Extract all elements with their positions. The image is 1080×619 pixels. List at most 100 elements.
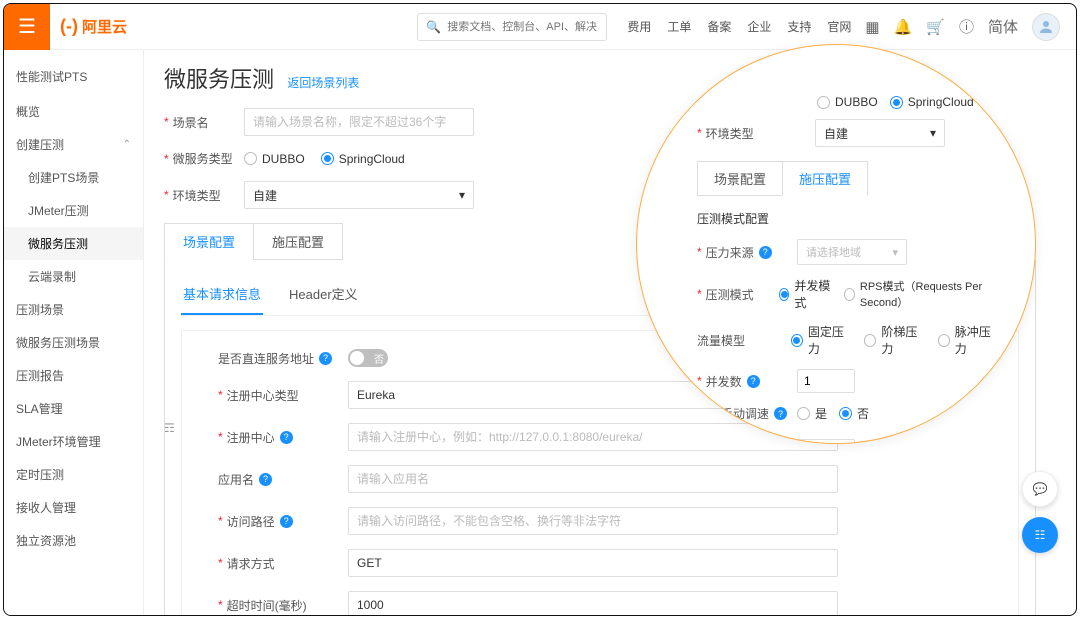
scene-name-input[interactable] [244,108,474,136]
sidebar-head: 性能测试PTS [4,54,143,95]
path-input[interactable] [348,507,838,535]
mag-mode-label: 压测模式 [697,286,779,303]
path-label: 访问路径? [218,513,348,530]
registry-type-label: 注册中心类型 [218,387,348,404]
chevron-down-icon: ▾ [892,246,898,259]
mag-env-label: 环境类型 [697,125,755,142]
mag-flow-step[interactable]: 阶梯压力 [864,323,925,357]
radio-springcloud[interactable]: SpringCloud [321,152,405,166]
sidebar-overview[interactable]: 概览 [4,95,143,128]
sidebar-reports[interactable]: 压测报告 [4,359,143,392]
fab-apps[interactable]: ☷ [1022,517,1058,553]
lang-switch[interactable]: 简体 [988,16,1018,37]
nav-site[interactable]: 官网 [827,18,851,35]
chat-icon: 💬 [1033,482,1048,496]
mag-mode-concurrent[interactable]: 并发模式 [779,277,832,311]
nav-enterprise[interactable]: 企业 [747,18,771,35]
sidebar-create-microservice[interactable]: 微服务压测 [4,227,143,260]
sidebar-jmeter-env[interactable]: JMeter环境管理 [4,425,143,458]
mag-flow-fixed[interactable]: 固定压力 [791,323,852,357]
sidebar-scenes[interactable]: 压测场景 [4,293,143,326]
help-icon[interactable]: ? [759,246,772,259]
sidebar-ms-scenes[interactable]: 微服务压测场景 [4,326,143,359]
mag-manual-no[interactable]: 否 [839,405,869,422]
mag-tab-scene[interactable]: 场景配置 [697,161,783,196]
top-nav-links: 费用 工单 备案 企业 支持 官网 [627,18,851,35]
mag-conc-label: 并发数? [697,373,797,390]
magnified-panel: DUBBO SpringCloud 环境类型 自建 ▾ 场景配置 施压配置 压测… [636,44,1036,444]
mag-conc-input[interactable] [797,369,855,393]
direct-toggle[interactable]: 否 [348,349,388,367]
apps-icon: ☷ [1035,528,1046,542]
help-icon[interactable]: ? [747,375,760,388]
help-icon[interactable]: ? [259,473,272,486]
sidebar-pool[interactable]: 独立资源池 [4,524,143,557]
method-label: 请求方式 [218,555,348,572]
service-type-label: 微服务类型 [164,150,244,167]
bell-icon[interactable]: 🔔 [894,18,913,36]
nav-ticket[interactable]: 工单 [667,18,691,35]
chevron-up-icon: ⌃ [123,139,131,150]
subtab-header[interactable]: Header定义 [287,274,360,315]
hamburger-menu[interactable]: ☰ [4,4,50,50]
method-input[interactable] [348,549,838,577]
mag-env-select[interactable]: 自建 ▾ [815,119,945,147]
subtab-basic[interactable]: 基本请求信息 [181,274,263,315]
sidebar-create-cloudrec[interactable]: 云端录制 [4,260,143,293]
mag-radio-dubbo[interactable]: DUBBO [817,95,878,109]
mag-tab-pressure[interactable]: 施压配置 [782,161,868,196]
search-icon: 🔍 [426,20,441,34]
top-icons: ▦ 🔔 🛒 ⓘ 简体 [865,13,1060,41]
nav-support[interactable]: 支持 [787,18,811,35]
direct-label: 是否直连服务地址? [218,350,348,367]
chevron-down-icon: ▾ [459,188,465,202]
global-search[interactable]: 🔍 [417,13,607,41]
tab-pressure-config[interactable]: 施压配置 [253,223,343,260]
app-name-input[interactable] [348,465,838,493]
app-name-label: 应用名? [218,471,348,488]
sidebar-sla[interactable]: SLA管理 [4,392,143,425]
topbar: ☰ (-) 阿里云 🔍 费用 工单 备案 企业 支持 官网 ▦ 🔔 🛒 ⓘ 简体 [4,4,1076,50]
brand-logo[interactable]: (-) 阿里云 [60,16,127,37]
help-icon[interactable]: ? [319,352,332,365]
sidebar-create-pts[interactable]: 创建PTS场景 [4,161,143,194]
fab-chat[interactable]: 💬 [1022,471,1058,507]
service-type-radio-group: DUBBO SpringCloud [244,152,405,166]
mag-mode-rps[interactable]: RPS模式（Requests Per Second） [844,278,999,310]
sidebar-create[interactable]: 创建压测⌃ [4,128,143,161]
mag-manual-yes[interactable]: 是 [797,405,827,422]
search-input[interactable] [447,21,598,33]
sidebar: 性能测试PTS 概览 创建压测⌃ 创建PTS场景 JMeter压测 微服务压测 … [4,50,144,615]
tab-scene-config[interactable]: 场景配置 [164,223,254,260]
mag-source-select[interactable]: 请选择地域▾ [797,239,907,265]
back-link[interactable]: 返回场景列表 [287,76,359,90]
help-icon[interactable]: ? [280,431,293,444]
sidebar-create-jmeter[interactable]: JMeter压测 [4,194,143,227]
help-icon[interactable]: ? [280,515,293,528]
chevron-down-icon: ▾ [930,126,936,140]
radio-dubbo[interactable]: DUBBO [244,152,305,166]
sidebar-timer[interactable]: 定时压测 [4,458,143,491]
mag-flow-pulse[interactable]: 脉冲压力 [938,323,999,357]
mag-flow-label: 流量模型 [697,332,791,349]
cart-icon[interactable]: 🛒 [926,18,945,36]
avatar[interactable] [1032,13,1060,41]
mag-radio-springcloud[interactable]: SpringCloud [890,95,974,109]
timeout-input[interactable] [348,591,838,615]
page-title: 微服务压测 [164,62,274,94]
console-icon[interactable]: ▦ [865,18,879,36]
sidebar-receivers[interactable]: 接收人管理 [4,491,143,524]
mag-section-title: 压测模式配置 [697,210,999,227]
registry-label: 注册中心? [218,429,348,446]
mag-source-label: 压力来源? [697,244,797,261]
nav-icp[interactable]: 备案 [707,18,731,35]
timeout-label: 超时时间(毫秒) [218,597,348,614]
brand-mark-icon: (-) [60,16,78,37]
help-icon[interactable]: ⓘ [959,16,974,37]
drag-handle-icon[interactable]: ☶ [164,421,175,435]
scene-name-label: 场景名 [164,114,244,131]
nav-fees[interactable]: 费用 [627,18,651,35]
help-icon[interactable]: ? [774,407,787,420]
env-type-label: 环境类型 [164,187,244,204]
env-type-select[interactable]: 自建 ▾ [244,181,474,209]
